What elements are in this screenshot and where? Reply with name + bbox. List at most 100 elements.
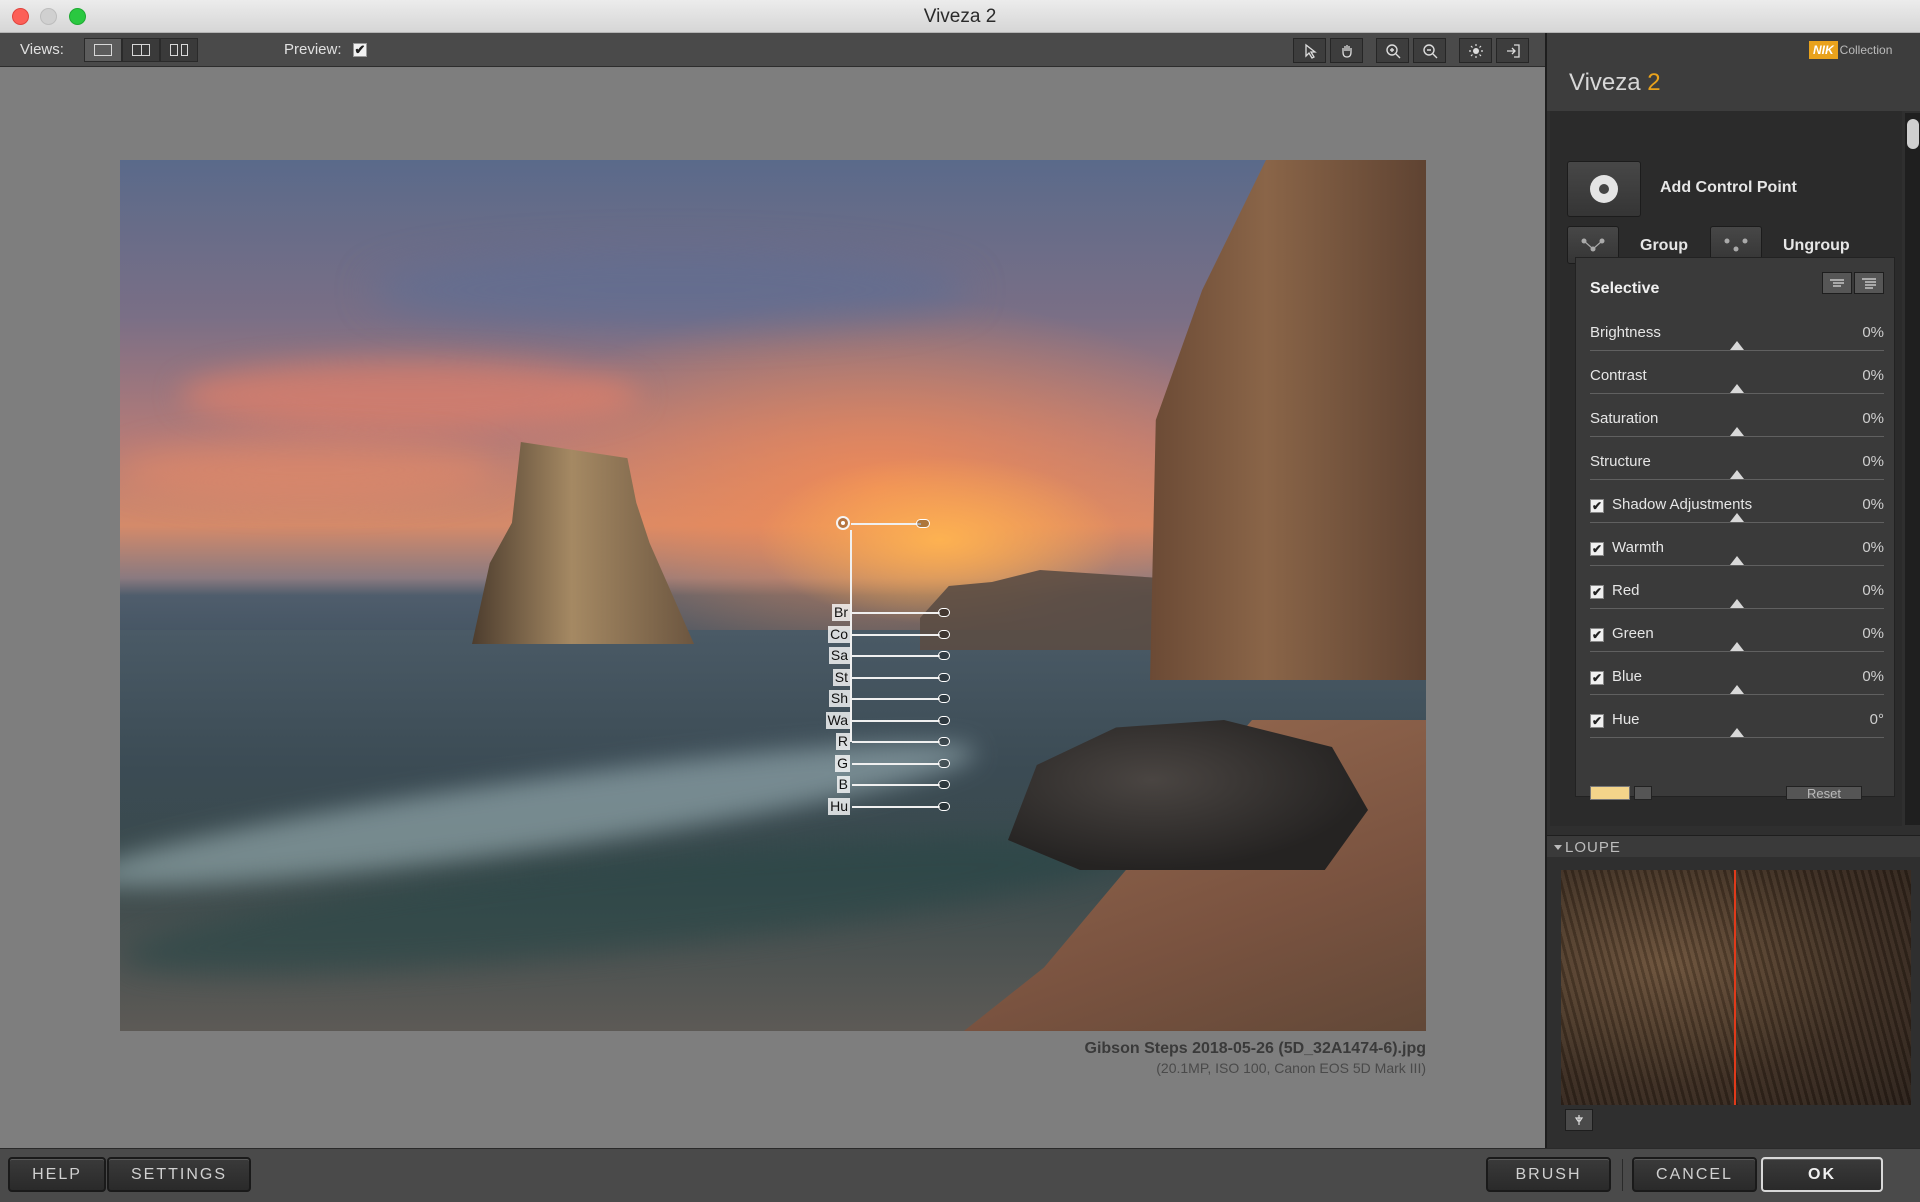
control-point-slider-label: Hu <box>828 797 850 815</box>
loupe-header[interactable]: LOUPE <box>1547 835 1920 857</box>
slider-thumb[interactable] <box>1730 427 1744 436</box>
cancel-button[interactable]: CANCEL <box>1632 1157 1757 1192</box>
control-point-slider-label: Wa <box>825 711 850 729</box>
photo-preview[interactable] <box>120 160 1426 1031</box>
controls-scroll-area[interactable]: Add Control Point Group Ungroup Selectiv… <box>1550 111 1902 826</box>
control-point-slider-knob[interactable] <box>938 629 950 639</box>
slider-value: 0% <box>1862 582 1884 599</box>
control-point-slider[interactable]: St <box>800 668 980 687</box>
control-point-slider[interactable]: Sh <box>800 690 980 708</box>
control-point-slider-knob[interactable] <box>938 651 950 660</box>
ok-button[interactable]: OK <box>1761 1157 1883 1192</box>
slider-track[interactable] <box>1590 393 1884 394</box>
eyedropper-button[interactable] <box>1634 786 1652 800</box>
slider-thumb[interactable] <box>1730 341 1744 350</box>
slider-track[interactable] <box>1590 479 1884 480</box>
split-view-button[interactable] <box>122 38 160 62</box>
slider-thumb[interactable] <box>1730 470 1744 479</box>
slider-track[interactable] <box>1590 694 1884 695</box>
zoom-out-button[interactable] <box>1413 38 1446 63</box>
control-point-slider-label: G <box>835 754 850 772</box>
slider-track[interactable] <box>1590 436 1884 437</box>
slider-thumb[interactable] <box>1730 513 1744 522</box>
slider-track[interactable] <box>1590 565 1884 566</box>
reset-button[interactable]: Reset <box>1786 786 1862 800</box>
slider-thumb[interactable] <box>1730 728 1744 737</box>
views-label: Views: <box>20 41 64 58</box>
slider-thumb[interactable] <box>1730 556 1744 565</box>
slider-enable-checkbox[interactable]: ✔ <box>1590 542 1604 556</box>
arrow-tool-button[interactable] <box>1293 38 1326 63</box>
slider-enable-checkbox[interactable]: ✔ <box>1590 585 1604 599</box>
slider-value: 0% <box>1862 668 1884 685</box>
color-swatch[interactable] <box>1590 786 1630 800</box>
slider-thumb[interactable] <box>1730 384 1744 393</box>
slider-enable-checkbox[interactable]: ✔ <box>1590 714 1604 728</box>
control-point-slider-knob[interactable] <box>938 758 950 768</box>
right-panel: NIK Collection Viveza 2 Add Control Point… <box>1545 33 1920 1148</box>
preview-checkbox[interactable]: ✔ <box>353 43 367 57</box>
group-label: Group <box>1640 237 1688 254</box>
control-point-slider[interactable]: Hu <box>800 797 980 816</box>
top-toolbar: Views: Preview: ✔ <box>0 33 1545 67</box>
expand-sliders-button[interactable] <box>1854 272 1884 294</box>
control-point-slider-label: R <box>835 733 850 750</box>
control-point-slider-knob[interactable] <box>938 780 950 789</box>
hand-icon <box>1341 44 1352 58</box>
slider-row-structure: Structure 0% <box>1590 453 1884 495</box>
control-point-slider[interactable]: B <box>800 776 980 794</box>
slider-enable-checkbox[interactable]: ✔ <box>1590 671 1604 685</box>
control-point-slider[interactable]: Co <box>800 625 980 644</box>
settings-button[interactable]: SETTINGS <box>107 1157 251 1192</box>
slider-track[interactable] <box>1590 608 1884 609</box>
export-button[interactable] <box>1496 38 1529 63</box>
arrow-icon <box>1304 43 1317 59</box>
brush-button[interactable]: BRUSH <box>1486 1157 1611 1192</box>
selective-section: Selective Brightness 0% Contrast 0% Saturati… <box>1575 257 1895 800</box>
control-point-slider[interactable]: Br <box>800 604 980 622</box>
control-point-slider-knob[interactable] <box>938 801 950 811</box>
ungroup-label: Ungroup <box>1783 237 1850 254</box>
control-point-slider[interactable]: Sa <box>800 647 980 665</box>
add-control-point-button[interactable] <box>1567 161 1641 217</box>
lightbox-button[interactable] <box>1459 38 1492 63</box>
slider-value: 0% <box>1862 324 1884 341</box>
panel-scrollbar-thumb[interactable] <box>1907 119 1919 149</box>
control-point-size-knob[interactable] <box>916 519 930 528</box>
slider-track[interactable] <box>1590 737 1884 738</box>
slider-thumb[interactable] <box>1730 642 1744 651</box>
slider-thumb[interactable] <box>1730 599 1744 608</box>
slider-value: 0% <box>1862 410 1884 427</box>
slider-enable-checkbox[interactable]: ✔ <box>1590 628 1604 642</box>
slider-thumb[interactable] <box>1730 685 1744 694</box>
panel-scrollbar[interactable] <box>1905 113 1920 825</box>
slider-value: 0% <box>1862 453 1884 470</box>
single-view-button[interactable] <box>84 38 122 62</box>
control-point-slider-knob[interactable] <box>938 694 950 703</box>
loupe-pin-button[interactable] <box>1565 1109 1593 1131</box>
slider-enable-checkbox[interactable]: ✔ <box>1590 499 1604 513</box>
hand-tool-button[interactable] <box>1330 38 1363 63</box>
slider-row-shadow-adjustments: ✔ Shadow Adjustments 0% <box>1590 496 1884 538</box>
control-point-slider[interactable]: Wa <box>800 711 980 730</box>
zoom-in-icon <box>1385 43 1400 58</box>
slider-track[interactable] <box>1590 522 1884 523</box>
control-point-slider[interactable]: G <box>800 754 980 773</box>
control-point-slider-knob[interactable] <box>938 672 950 682</box>
control-point-slider-knob[interactable] <box>938 737 950 746</box>
collapse-sliders-button[interactable] <box>1822 272 1852 294</box>
expand-icon <box>1862 278 1876 289</box>
control-point-pin[interactable] <box>836 516 850 530</box>
slider-track[interactable] <box>1590 651 1884 652</box>
slider-label: Brightness <box>1590 324 1661 341</box>
control-point-slider[interactable]: R <box>800 733 980 751</box>
control-point-slider-knob[interactable] <box>938 608 950 617</box>
image-canvas[interactable]: Br Co Sa St Sh Wa R G B Hu Gibson Steps 2018-05-2… <box>0 68 1545 1148</box>
slider-track[interactable] <box>1590 350 1884 351</box>
control-point-slider-knob[interactable] <box>938 715 950 725</box>
zoom-in-button[interactable] <box>1376 38 1409 63</box>
help-button[interactable]: HELP <box>8 1157 106 1192</box>
side-by-side-view-button[interactable] <box>160 38 198 62</box>
panel-header: NIK Collection Viveza 2 <box>1547 33 1920 111</box>
control-point-icon <box>1590 175 1618 203</box>
